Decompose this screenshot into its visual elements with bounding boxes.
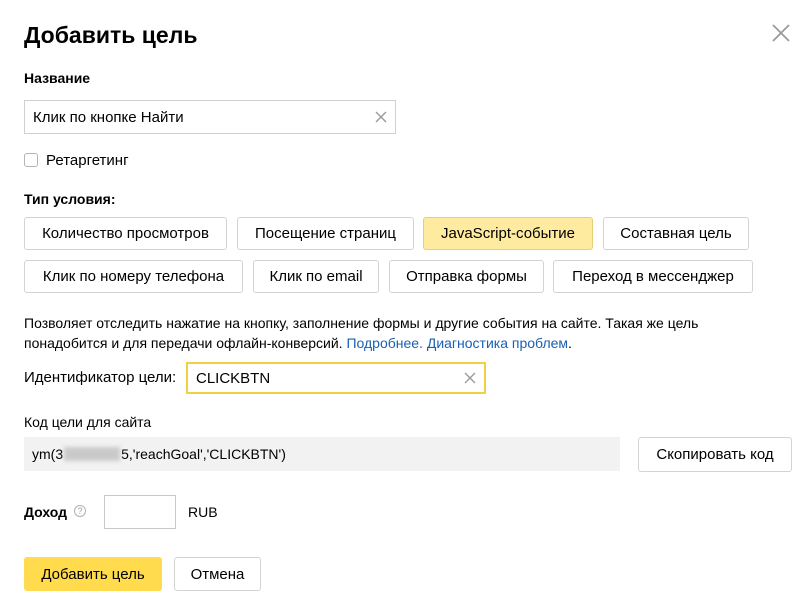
condition-phone-click-button[interactable]: Клик по номеру телефона bbox=[24, 260, 243, 293]
retargeting-checkbox[interactable] bbox=[24, 153, 38, 167]
code-redacted bbox=[64, 447, 121, 461]
condition-javascript-event-button[interactable]: JavaScript-событие bbox=[423, 217, 593, 250]
name-label: Название bbox=[24, 70, 91, 86]
site-code-box: ym(3 5,'reachGoal','CLICKBTN') bbox=[24, 437, 620, 471]
goal-id-label: Идентификатор цели: bbox=[24, 369, 177, 386]
code-suffix: 5,'reachGoal','CLICKBTN') bbox=[121, 446, 286, 462]
income-input[interactable] bbox=[104, 495, 176, 529]
add-goal-button[interactable]: Добавить цель bbox=[24, 557, 162, 591]
condition-composite-button[interactable]: Составная цель bbox=[603, 217, 749, 250]
copy-code-button[interactable]: Скопировать код bbox=[638, 437, 792, 472]
name-input[interactable]: Клик по кнопке Найти bbox=[24, 100, 396, 134]
description-period: . bbox=[568, 335, 572, 351]
cancel-button[interactable]: Отмена bbox=[174, 557, 261, 591]
name-input-value: Клик по кнопке Найти bbox=[33, 108, 184, 126]
condition-email-click-button[interactable]: Клик по email bbox=[253, 260, 379, 293]
code-prefix: ym(3 bbox=[32, 446, 64, 462]
income-label: Доход bbox=[24, 504, 68, 520]
close-icon[interactable] bbox=[770, 22, 792, 44]
condition-form-submit-button[interactable]: Отправка формы bbox=[389, 260, 544, 293]
condition-views-button[interactable]: Количество просмотров bbox=[24, 217, 227, 250]
site-code-label: Код цели для сайта bbox=[24, 414, 152, 430]
diagnostics-link[interactable]: Диагностика проблем bbox=[427, 335, 568, 351]
goal-id-input[interactable]: CLICKBTN bbox=[186, 362, 486, 394]
goal-id-value: CLICKBTN bbox=[196, 369, 271, 387]
dialog-title: Добавить цель bbox=[24, 22, 198, 48]
condition-page-visit-button[interactable]: Посещение страниц bbox=[237, 217, 414, 250]
clear-icon[interactable] bbox=[456, 364, 484, 392]
condition-type-label: Тип условия: bbox=[24, 191, 116, 207]
condition-description: Позволяет отследить нажатие на кнопку, з… bbox=[24, 313, 784, 353]
retargeting-label: Ретаргетинг bbox=[46, 152, 129, 169]
clear-icon[interactable] bbox=[367, 101, 395, 133]
condition-messenger-button[interactable]: Переход в мессенджер bbox=[553, 260, 753, 293]
more-link[interactable]: Подробнее. bbox=[346, 335, 423, 351]
currency-label: RUB bbox=[188, 504, 218, 520]
help-icon[interactable]: ? bbox=[74, 505, 86, 517]
